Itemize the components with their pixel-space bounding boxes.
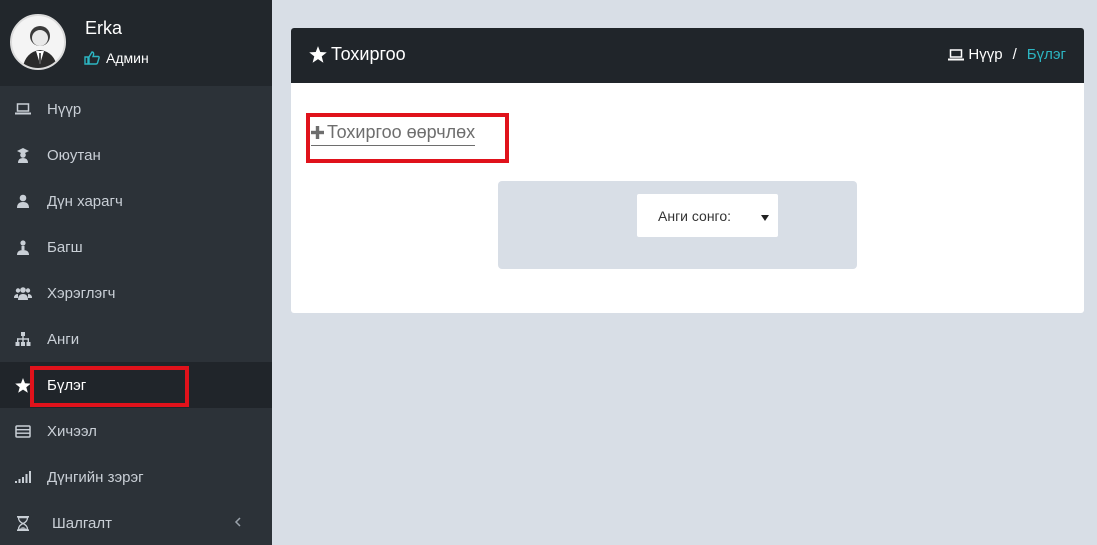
chevron-left-icon[interactable] [234, 514, 242, 531]
sidebar-item-label: Анги [47, 330, 80, 348]
sidebar-item-label: Багш [47, 238, 83, 256]
users-icon [14, 284, 32, 302]
highlight-box-change-link [306, 113, 509, 163]
sidebar-item-classes[interactable]: Анги [0, 316, 272, 362]
sitemap-icon [14, 330, 32, 348]
profile-role: Админ [84, 50, 149, 66]
laptop-icon [948, 48, 965, 60]
laptop-icon [14, 100, 32, 118]
sidebar: Erka Админ Нүүр Оюутан Дүн харагч Багш Х… [0, 0, 272, 545]
teacher-icon [14, 238, 32, 256]
breadcrumb-separator: / [1012, 46, 1017, 63]
page-title-text: Тохиргоо [331, 44, 406, 64]
sidebar-item-students[interactable]: Оюутан [0, 132, 272, 178]
sidebar-item-grade-viewer[interactable]: Дүн харагч [0, 178, 272, 224]
class-select[interactable]: Анги сонго: [637, 194, 778, 237]
avatar[interactable] [10, 14, 66, 70]
sidebar-item-label: Оюутан [47, 146, 101, 164]
settings-panel: Тохиргоо Нүүр / Бүлэг Тохиргоо өөрчлөх А… [291, 28, 1084, 313]
book-icon [14, 422, 32, 440]
class-select-value: Анги сонго: [658, 207, 732, 224]
breadcrumb-home-label: Нүүр [968, 46, 1003, 63]
sidebar-item-label: Нүүр [47, 100, 82, 118]
sidebar-item-label: Хэрэглэгч [47, 284, 116, 302]
sidebar-item-grade-levels[interactable]: Дүнгийн зэрэг [0, 454, 272, 500]
sidebar-item-label: Шалгалт [52, 514, 112, 532]
sidebar-item-label: Хичээл [47, 422, 97, 440]
sidebar-item-exams[interactable]: Шалгалт [0, 500, 272, 545]
sidebar-item-label: Дүн харагч [47, 192, 123, 210]
user-icon [14, 192, 32, 210]
user-profile: Erka Админ [0, 0, 272, 86]
sidebar-item-home[interactable]: Нүүр [0, 86, 272, 132]
breadcrumb: Нүүр / Бүлэг [948, 46, 1066, 63]
highlight-box-sidebar [30, 366, 189, 407]
caret-down-icon [761, 209, 769, 225]
sidebar-item-label: Дүнгийн зэрэг [47, 468, 144, 486]
hourglass-icon [14, 514, 32, 532]
profile-role-label: Админ [106, 50, 149, 66]
star-icon [309, 46, 327, 63]
profile-name: Erka [85, 18, 123, 38]
class-filter-box: Анги сонго: [498, 181, 857, 269]
graduate-icon [14, 146, 32, 164]
thumbs-up-icon [84, 51, 100, 65]
breadcrumb-home[interactable]: Нүүр [948, 46, 1003, 63]
signal-icon [14, 468, 32, 486]
page-title: Тохиргоо [309, 44, 406, 65]
breadcrumb-current: Бүлэг [1026, 46, 1066, 63]
sidebar-item-teachers[interactable]: Багш [0, 224, 272, 270]
panel-header: Тохиргоо Нүүр / Бүлэг [291, 28, 1084, 83]
sidebar-item-lessons[interactable]: Хичээл [0, 408, 272, 454]
sidebar-item-users[interactable]: Хэрэглэгч [0, 270, 272, 316]
